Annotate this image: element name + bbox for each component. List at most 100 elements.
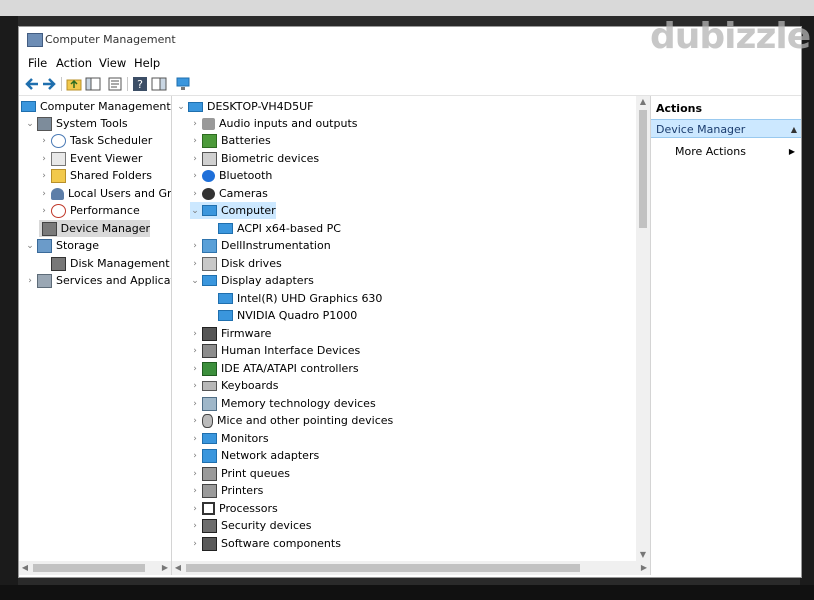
scroll-up-icon[interactable]: ▲ [636,96,650,108]
scan-hardware-icon[interactable] [175,76,191,92]
device-category[interactable]: › Bluetooth [190,167,272,184]
device-category[interactable]: › Printers [190,482,263,499]
chevron-down-icon[interactable]: ⌄ [176,102,186,112]
chevron-down-icon[interactable]: ⌄ [25,241,35,251]
chevron-right-icon[interactable]: › [190,381,200,391]
tree-item-performance[interactable]: › Performance [39,202,140,219]
chevron-right-icon[interactable]: › [25,276,35,286]
chevron-right-icon[interactable]: › [190,241,200,251]
scroll-thumb[interactable] [639,110,647,228]
scroll-right-icon[interactable]: ▶ [159,561,171,575]
chevron-right-icon[interactable]: › [190,189,200,199]
device-category[interactable]: › Security devices [190,517,312,534]
device-category[interactable]: › IDE ATA/ATAPI controllers [190,360,359,377]
device-category[interactable]: › Audio inputs and outputs [190,115,357,132]
chevron-right-icon[interactable]: › [190,136,200,146]
device-category-label: Batteries [221,134,271,147]
chevron-right-icon[interactable]: › [190,329,200,339]
scroll-thumb[interactable] [186,564,580,572]
menu-action[interactable]: Action [56,56,92,70]
chevron-right-icon[interactable]: › [39,154,49,164]
menu-help[interactable]: Help [134,56,160,70]
device-category[interactable]: › Disk drives [190,255,282,272]
device-category[interactable]: › Cameras [190,185,268,202]
help-icon[interactable]: ? [132,76,148,92]
screen-left-edge [0,16,18,600]
left-horizontal-scrollbar[interactable]: ◀ ▶ [19,561,171,575]
device-category[interactable]: › Network adapters [190,447,319,464]
scroll-thumb[interactable] [33,564,145,572]
device-category[interactable]: › Processors [190,500,278,517]
device-category[interactable]: › Mice and other pointing devices [190,412,393,429]
scroll-right-icon[interactable]: ▶ [638,561,650,575]
up-folder-icon[interactable] [66,76,82,92]
tree-root[interactable]: Computer Management (Lo [21,98,171,115]
chevron-right-icon[interactable]: › [190,416,200,426]
device-category[interactable]: › Monitors [190,430,268,447]
device-category[interactable]: › Human Interface Devices [190,342,360,359]
battery-icon [202,133,217,148]
chevron-right-icon[interactable]: › [39,136,49,146]
chevron-right-icon[interactable]: › [39,206,49,216]
device-category[interactable]: › Print queues [190,465,290,482]
device-category[interactable]: › Software components [190,535,341,552]
tree-item-shared-folders[interactable]: › Shared Folders [39,167,152,184]
device-category-label: Disk drives [221,257,282,270]
device-horizontal-scrollbar[interactable]: ◀ ▶ [172,561,650,575]
device-category[interactable]: › Biometric devices [190,150,319,167]
chevron-right-icon[interactable]: › [190,259,200,269]
device-vertical-scrollbar[interactable]: ▲ ▼ [636,96,650,561]
tree-item-device-manager[interactable]: Device Manager [39,220,150,237]
chevron-right-icon[interactable]: › [39,171,49,181]
scroll-down-icon[interactable]: ▼ [636,549,650,561]
chevron-right-icon[interactable]: › [190,486,200,496]
tree-item-system-tools[interactable]: ⌄ System Tools [25,115,128,132]
device-host[interactable]: ⌄ DESKTOP-VH4D5UF [176,98,313,115]
chevron-down-icon[interactable]: ⌄ [190,206,200,216]
show-action-pane-icon[interactable] [151,76,167,92]
chevron-right-icon[interactable]: › [190,364,200,374]
device-category[interactable]: › Batteries [190,132,271,149]
chevron-down-icon[interactable]: ⌄ [190,276,200,286]
scroll-left-icon[interactable]: ◀ [19,561,31,575]
chevron-right-icon[interactable]: › [190,451,200,461]
scroll-left-icon[interactable]: ◀ [172,561,184,575]
chevron-right-icon[interactable]: › [190,399,200,409]
chevron-right-icon[interactable]: › [39,189,49,199]
menu-file[interactable]: File [28,56,47,70]
forward-arrow-icon[interactable] [41,76,57,92]
chevron-right-icon[interactable]: › [190,521,200,531]
tree-item-services[interactable]: › Services and Application [25,272,171,289]
device-category[interactable]: ⌄ Display adapters [190,272,314,289]
collapse-icon[interactable]: ▲ [791,120,797,139]
chevron-right-icon[interactable]: › [190,171,200,181]
device-category-label: Firmware [221,327,272,340]
menu-view[interactable]: View [99,56,126,70]
back-arrow-icon[interactable] [24,76,40,92]
tree-item-local-users[interactable]: › Local Users and Grou [39,185,171,202]
tree-item-storage[interactable]: ⌄ Storage [25,237,99,254]
show-hide-tree-icon[interactable] [85,76,101,92]
chevron-right-icon[interactable]: › [190,469,200,479]
tree-item-event-viewer[interactable]: › Event Viewer [39,150,142,167]
chevron-right-icon[interactable]: › [190,346,200,356]
device-category[interactable]: › Keyboards [190,377,278,394]
device-category[interactable]: › Memory technology devices [190,395,376,412]
device-item[interactable]: ACPI x64-based PC [218,220,341,237]
chevron-right-icon[interactable]: › [190,504,200,514]
properties-icon[interactable] [107,76,123,92]
device-item[interactable]: NVIDIA Quadro P1000 [218,307,357,324]
device-item[interactable]: Intel(R) UHD Graphics 630 [218,290,382,307]
chevron-right-icon[interactable]: › [190,154,200,164]
more-actions[interactable]: More Actions ▶ [675,143,801,160]
device-category[interactable]: ⌄ Computer [190,202,276,219]
tree-item-disk-management[interactable]: Disk Management [39,255,170,272]
device-category[interactable]: › Firmware [190,325,271,342]
tree-item-task-scheduler[interactable]: › Task Scheduler [39,132,152,149]
device-category[interactable]: › DellInstrumentation [190,237,331,254]
chevron-right-icon[interactable]: › [190,119,200,129]
chevron-down-icon[interactable]: ⌄ [25,119,35,129]
chevron-right-icon[interactable]: › [190,434,200,444]
chevron-right-icon[interactable]: › [190,539,200,549]
actions-device-manager[interactable]: Device Manager ▲ [651,119,801,138]
